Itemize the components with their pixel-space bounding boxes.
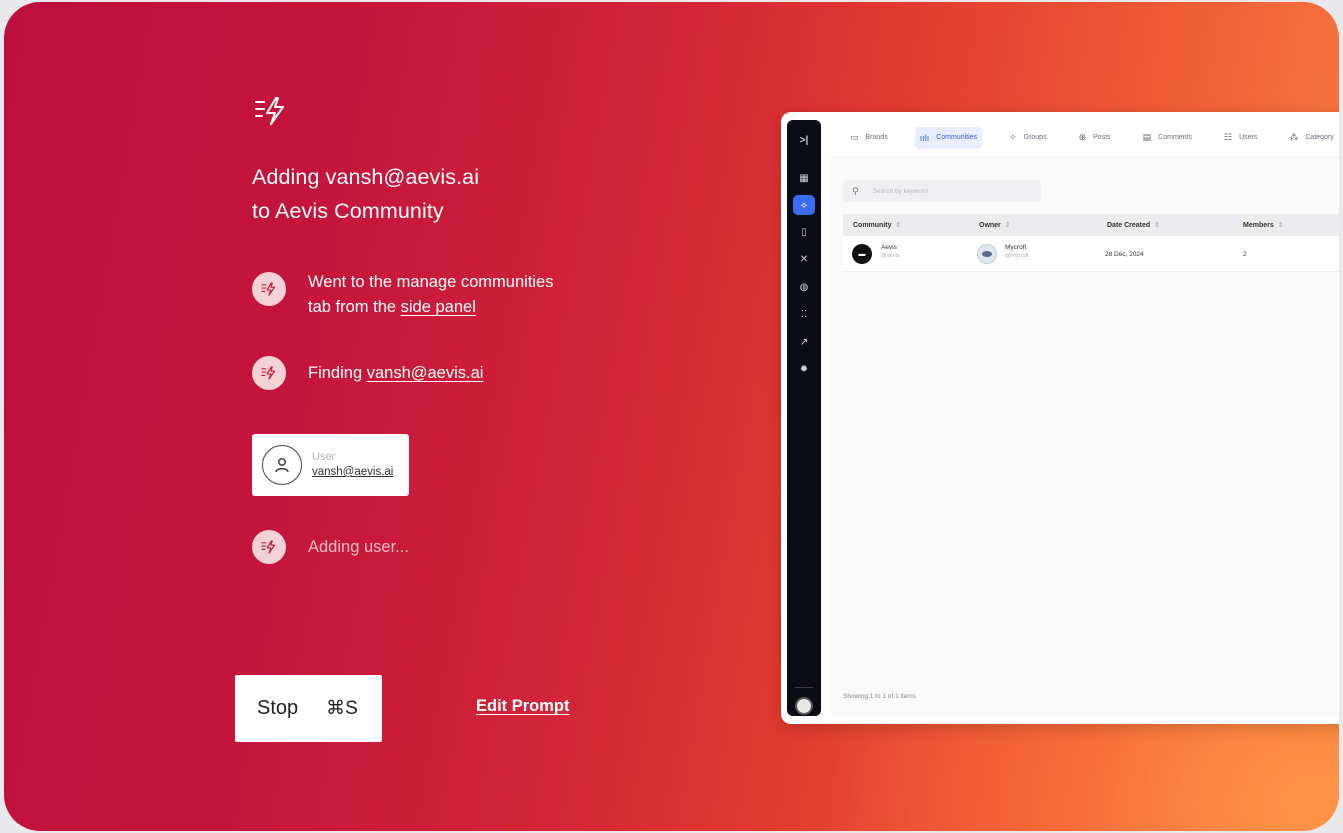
task-title: Adding vansh@aevis.ai to Aevis Community: [252, 160, 479, 228]
sort-icon: ⇕: [1004, 222, 1011, 229]
trend-icon[interactable]: ↗: [787, 332, 821, 352]
device-icon[interactable]: ▯: [787, 222, 821, 242]
bolt-logo-icon: [255, 97, 284, 125]
tab-brands[interactable]: ▭ Brands: [845, 127, 893, 149]
user-icon: [262, 445, 302, 485]
people-icon: ıılı: [919, 132, 930, 143]
grid-icon[interactable]: ▦: [787, 168, 821, 188]
app-preview: >| ▦ ⟡ ▯ ✕ ◍ ⁚⁚ ↗ ✹ ▭ Brands ıılı Communit…: [781, 112, 1339, 724]
task-title-line-2: to Aevis Community: [252, 199, 444, 223]
profile-avatar[interactable]: [795, 697, 813, 715]
side-rail: >| ▦ ⟡ ▯ ✕ ◍ ⁚⁚ ↗ ✹: [787, 120, 821, 716]
col-date-created[interactable]: Date Created ⇕: [1107, 221, 1160, 229]
date-cell: 28 Dec, 2024: [1105, 251, 1144, 258]
rail-divider: [795, 687, 813, 688]
col-members[interactable]: Members ⇕: [1243, 221, 1284, 229]
stop-button-label: Stop: [257, 697, 299, 719]
step-bolt-icon: [252, 272, 286, 306]
step-navigate-text: Went to the manage communities tab from …: [308, 273, 554, 316]
communities-panel: ▭ Brands ıılı Communities ✧ Groups ⊕ Posts ▤…: [831, 118, 1339, 716]
pagination-summary: Showing 1 to 1 of 1 items: [843, 693, 916, 700]
tools-icon[interactable]: ✕: [787, 249, 821, 269]
rail-toggle-icon[interactable]: >|: [787, 130, 821, 150]
col-owner[interactable]: Owner ⇕: [979, 221, 1011, 229]
sliders-icon[interactable]: ⁚⁚: [787, 304, 821, 324]
owner-avatar: [977, 244, 997, 264]
community-cell: Aevis @aevis: [881, 244, 900, 259]
tab-communities[interactable]: ıılı Communities: [914, 126, 983, 149]
top-tabs: ▭ Brands ıılı Communities ✧ Groups ⊕ Posts ▤…: [831, 118, 1339, 158]
communities-rail-icon[interactable]: ⟡: [787, 195, 821, 215]
search-icon: ⚲: [852, 185, 859, 196]
tab-users[interactable]: ☷ Users: [1219, 127, 1262, 149]
task-title-line-1: Adding vansh@aevis.ai: [252, 165, 480, 189]
category-icon: ⁂: [1289, 132, 1299, 142]
agent-frame: Adding vansh@aevis.ai to Aevis Community…: [4, 2, 1339, 831]
step-finding-text: Finding vansh@aevis.ai: [308, 364, 484, 382]
owner-cell: Mycroft @mycroft: [1005, 244, 1029, 259]
globe-icon[interactable]: ◍: [787, 277, 821, 297]
members-cell: 2: [1243, 251, 1247, 258]
community-avatar: ▬: [852, 244, 872, 264]
briefcase-icon: ▭: [850, 132, 859, 142]
stop-button[interactable]: Stop ⌘S: [235, 675, 382, 742]
groups-icon: ✧: [1009, 132, 1017, 142]
table-row[interactable]: ▬ Aevis @aevis Mycroft @mycroft 28 Dec, …: [843, 236, 1339, 272]
tab-category[interactable]: ⁂ Category: [1284, 127, 1338, 149]
user-card-label: User: [312, 451, 336, 463]
side-panel-link[interactable]: side panel: [401, 298, 476, 316]
sort-icon: ⇕: [1277, 222, 1284, 229]
settings-icon[interactable]: ✹: [787, 359, 821, 379]
step-adding: Adding user...: [252, 530, 409, 564]
search-placeholder: Search by keyword: [872, 187, 928, 195]
comments-icon: ▤: [1142, 132, 1152, 142]
step-finding: Finding vansh@aevis.ai: [252, 356, 483, 390]
sort-icon: ⇕: [1154, 222, 1161, 229]
user-card-email: vansh@aevis.ai: [312, 466, 394, 478]
email-link[interactable]: vansh@aevis.ai: [367, 364, 484, 382]
stop-shortcut: ⌘S: [326, 698, 358, 719]
tab-posts[interactable]: ⊕ Posts: [1074, 127, 1116, 149]
edit-prompt-link[interactable]: Edit Prompt: [476, 697, 570, 716]
step-adding-text: Adding user...: [308, 538, 409, 556]
tab-groups[interactable]: ✧ Groups: [1004, 127, 1052, 149]
step-bolt-icon: [252, 530, 286, 564]
search-input[interactable]: ⚲ Search by keyword: [843, 180, 1041, 202]
step-bolt-icon: [252, 356, 286, 390]
user-card[interactable]: User vansh@aevis.ai: [252, 434, 409, 496]
sort-icon: ⇕: [895, 222, 902, 229]
tab-comments[interactable]: ▤ Comments: [1138, 127, 1197, 149]
col-community[interactable]: Community ⇕: [853, 221, 901, 229]
users-icon: ☷: [1224, 132, 1233, 142]
table-header: Community ⇕ Owner ⇕ Date Created ⇕ Members ⇕: [843, 214, 1339, 236]
step-navigate: Went to the manage communities tab from …: [252, 272, 554, 320]
posts-icon: ⊕: [1078, 132, 1087, 142]
